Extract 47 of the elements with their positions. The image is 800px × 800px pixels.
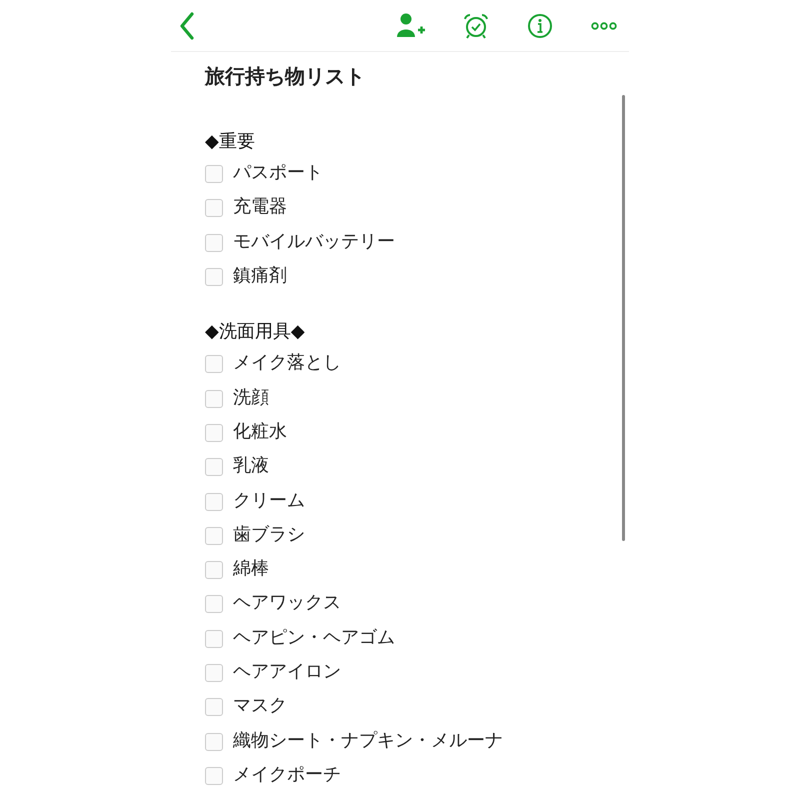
- add-person-icon: [397, 12, 425, 38]
- checkbox[interactable]: [205, 165, 223, 184]
- info-button[interactable]: [527, 12, 553, 38]
- checkbox[interactable]: [205, 355, 223, 374]
- checkbox[interactable]: [205, 766, 223, 785]
- note-title: 旅行持ち物リスト: [205, 63, 366, 90]
- checkbox[interactable]: [205, 492, 223, 511]
- checkbox[interactable]: [205, 199, 223, 218]
- checkbox[interactable]: [205, 526, 223, 545]
- item-label: クリーム: [233, 488, 305, 512]
- back-button[interactable]: [179, 12, 195, 40]
- more-icon: [591, 22, 617, 30]
- item-label: 織物シート・ナプキン・メルーナ: [233, 728, 503, 752]
- item-label: 鎮痛剤: [233, 264, 287, 288]
- item-label: 洗顔: [233, 386, 269, 409]
- add-member-button[interactable]: [397, 12, 425, 38]
- section-heading: ◆重要: [205, 130, 256, 154]
- back-icon: [179, 12, 195, 40]
- section-heading: ◆洗面用具◆: [205, 320, 306, 344]
- item-label: メイク落とし: [233, 351, 341, 374]
- item-label: マスク: [233, 694, 287, 718]
- item-label: 歯ブラシ: [233, 522, 305, 546]
- checkbox[interactable]: [205, 561, 223, 580]
- checkbox[interactable]: [205, 595, 223, 614]
- item-label: 乳液: [233, 454, 269, 478]
- item-label: ヘアピン・ヘアゴム: [233, 626, 395, 649]
- reminder-button[interactable]: [463, 12, 489, 38]
- item-label: ヘアワックス: [233, 591, 341, 614]
- checkbox[interactable]: [205, 698, 223, 716]
- item-label: 綿棒: [233, 557, 269, 580]
- checkbox[interactable]: [205, 268, 223, 286]
- item-label: 化粧水: [233, 420, 287, 443]
- alarm-clock-icon: [463, 12, 489, 38]
- item-label: パスポート: [233, 161, 323, 184]
- checkbox[interactable]: [205, 630, 223, 648]
- checkbox[interactable]: [205, 390, 223, 408]
- checkbox[interactable]: [205, 458, 223, 476]
- checkbox[interactable]: [205, 664, 223, 682]
- item-label: メイクポーチ: [233, 762, 341, 786]
- checkbox[interactable]: [205, 732, 223, 751]
- item-label: ヘアアイロン: [233, 660, 341, 683]
- checkbox[interactable]: [205, 234, 223, 252]
- more-button[interactable]: [591, 22, 617, 30]
- checkbox[interactable]: [205, 424, 223, 442]
- item-label: モバイルバッテリー: [233, 230, 395, 253]
- info-icon: [527, 12, 553, 38]
- item-label: 充電器: [233, 195, 287, 218]
